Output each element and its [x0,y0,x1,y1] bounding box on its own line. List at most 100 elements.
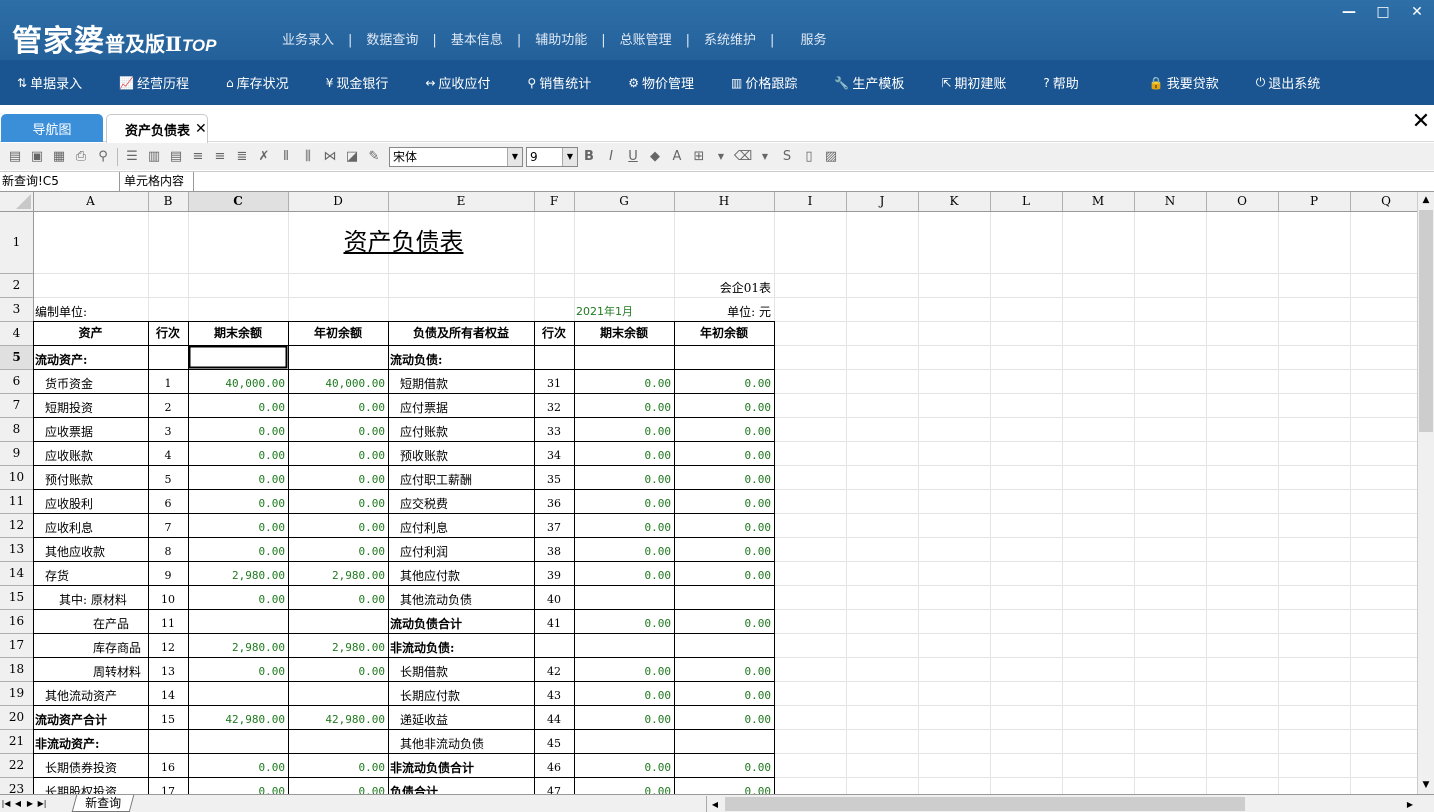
row-header-6[interactable]: 6 [0,369,33,393]
menu-item-1[interactable]: 业务录入 [268,32,348,50]
first-sheet-icon[interactable]: |◀ [0,795,12,812]
row-header-7[interactable]: 7 [0,393,33,417]
image-icon[interactable]: ▨ [822,148,840,166]
page-icon[interactable]: ▯ [800,148,818,166]
column-header-P[interactable]: P [1278,192,1350,211]
menu-item-3[interactable]: 基本信息 [437,32,517,50]
column-header-N[interactable]: N [1134,192,1206,211]
vertical-scrollbar[interactable]: ▲ ▼ [1417,192,1434,794]
cell-reference-box[interactable]: 新查询!C5 [0,172,120,192]
chevron-down-icon[interactable]: ▼ [507,147,522,166]
menu-item-4[interactable]: 辅助功能 [521,32,601,50]
column-header-E[interactable]: E [388,192,534,211]
column-header-G[interactable]: G [574,192,674,211]
row-header-11[interactable]: 11 [0,489,33,513]
horizontal-scrollbar[interactable]: ◀ ▶ [706,796,1418,812]
export-file-icon[interactable]: ▦ [50,148,68,166]
row-header-14[interactable]: 14 [0,561,33,585]
close-all-tabs-icon[interactable]: ✕ [1410,111,1432,133]
row-header-9[interactable]: 9 [0,441,33,465]
next-sheet-icon[interactable]: ▶ [24,795,36,812]
font-color-icon[interactable]: A [668,148,686,166]
save-icon[interactable]: ▣ [28,148,46,166]
row-header-3[interactable]: 3 [0,297,33,321]
tab-close-icon[interactable]: ✕ [195,121,207,137]
column-header-D[interactable]: D [288,192,388,211]
spreadsheet-grid[interactable]: A B C D E F G H I J K L M N O P Q 1 2 3 4 5 6 7 8 9 10 11 12 13 14 15 16… [0,192,1417,794]
strikethrough-icon[interactable]: S [778,148,796,166]
italic-icon[interactable]: I [602,148,620,166]
close-icon[interactable]: ✕ [1400,0,1434,24]
border-dropdown-icon[interactable]: ▼ [712,148,730,166]
scroll-left-icon[interactable]: ◀ [707,796,723,812]
insert-col-icon[interactable]: ⫴ [277,148,295,166]
column-header-O[interactable]: O [1206,192,1278,211]
row-header-4[interactable]: 4 [0,321,33,345]
toolbar-button-3[interactable]: ⌂ 库存状况 [189,60,289,105]
row-header-15[interactable]: 15 [0,585,33,609]
align-icon[interactable]: ≡ [189,148,207,166]
toolbar-button-9[interactable]: 🔧 生产模板 [797,60,904,105]
row-header-17[interactable]: 17 [0,633,33,657]
maximize-icon[interactable]: □ [1366,0,1400,24]
align-bottom-icon[interactable]: ≣ [233,148,251,166]
tab-navigation[interactable]: 导航图 [1,114,103,142]
column-header-Q[interactable]: Q [1350,192,1417,211]
font-family-select[interactable]: 宋体 ▼ [389,146,523,167]
delete-row-icon[interactable]: ⋈ [321,148,339,166]
row-header-21[interactable]: 21 [0,729,33,753]
toolbar-button-8[interactable]: ▥ 价格跟踪 [694,60,797,105]
border-icon[interactable]: ⊞ [690,148,708,166]
column-header-B[interactable]: B [148,192,188,211]
delete-col-icon[interactable]: ⫼ [299,148,317,166]
row-header-22[interactable]: 22 [0,753,33,777]
toolbar-button-4[interactable]: ¥ 现金银行 [289,60,389,105]
chevron-down-icon[interactable]: ▼ [562,147,577,166]
fill-color-icon[interactable]: ◆ [646,148,664,166]
row-header-18[interactable]: 18 [0,657,33,681]
merge-icon[interactable]: ◪ [343,148,361,166]
minimize-icon[interactable]: — [1332,0,1366,24]
vertical-scroll-thumb[interactable] [1419,210,1433,432]
last-sheet-icon[interactable]: ▶| [36,795,48,812]
toolbar-button-6[interactable]: ⚲ 销售统计 [490,60,591,105]
row-header-2[interactable]: 2 [0,273,33,297]
row-header-8[interactable]: 8 [0,417,33,441]
column-header-F[interactable]: F [534,192,574,211]
row-header-5[interactable]: 5 [0,345,33,369]
eraser-dropdown-icon[interactable]: ▼ [756,148,774,166]
row-header-16[interactable]: 16 [0,609,33,633]
row-header-1[interactable]: 1 [0,211,33,273]
toolbar-button-13[interactable]: ⏻ 退出系统 [1219,60,1321,105]
column-header-M[interactable]: M [1062,192,1134,211]
scroll-up-icon[interactable]: ▲ [1418,192,1434,209]
column-header-J[interactable]: J [846,192,918,211]
font-size-select[interactable]: 9 ▼ [526,146,578,167]
eraser-icon[interactable]: ⌫ [734,148,752,166]
column-header-H[interactable]: H [674,192,774,211]
horizontal-scroll-thumb[interactable] [725,797,1245,811]
grid-icon[interactable]: ▤ [167,148,185,166]
row-height-icon[interactable]: ☰ [123,148,141,166]
row-header-12[interactable]: 12 [0,513,33,537]
new-icon[interactable]: ▤ [6,148,24,166]
column-header-I[interactable]: I [774,192,846,211]
toolbar-button-10[interactable]: ⇱ 期初建账 [904,60,1006,105]
print-icon[interactable]: ⎙ [72,148,90,166]
menu-item-7[interactable]: 服务 [774,32,840,50]
underline-icon[interactable]: U [624,148,642,166]
sheet-tab[interactable]: 新查询 [71,795,135,812]
column-header-K[interactable]: K [918,192,990,211]
preview-icon[interactable]: ⚲ [94,148,112,166]
toolbar-button-7[interactable]: ⚙ 物价管理 [591,60,694,105]
row-header-19[interactable]: 19 [0,681,33,705]
prev-sheet-icon[interactable]: ◀ [12,795,24,812]
tab-balance-sheet[interactable]: 资产负债表 ✕ [106,114,208,143]
row-header-23[interactable]: 23 [0,777,33,794]
menu-item-5[interactable]: 总账管理 [606,32,686,50]
toolbar-button-2[interactable]: 📈 经营历程 [82,60,189,105]
toolbar-button-12[interactable]: 🔒 我要贷款 [1079,60,1219,105]
column-header-A[interactable]: A [33,192,148,211]
row-header-10[interactable]: 10 [0,465,33,489]
bold-icon[interactable]: B [580,148,598,166]
